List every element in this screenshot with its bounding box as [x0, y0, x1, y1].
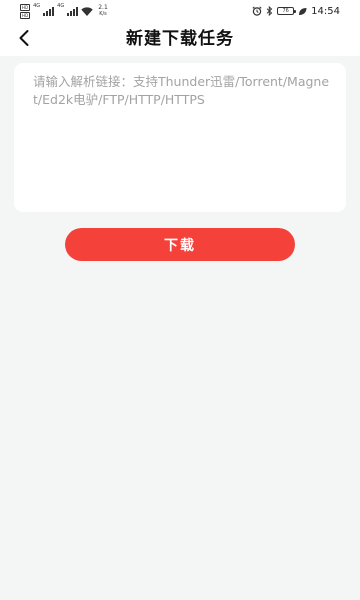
signal-icon — [43, 6, 55, 16]
wifi-icon — [81, 6, 93, 16]
link-input[interactable] — [33, 73, 333, 202]
status-time: 14:54 — [311, 5, 340, 17]
alarm-icon — [252, 6, 262, 16]
download-button[interactable]: 下载 — [65, 228, 295, 261]
bluetooth-icon — [266, 6, 273, 16]
sim1-hd-badge: HD — [20, 3, 31, 11]
download-button-label: 下载 — [164, 237, 196, 254]
sim-tags: HD HD — [20, 3, 31, 19]
sim2-hd-badge: HD — [20, 11, 31, 19]
status-bar: HD HD 4G 4G 2.1 K/s 76 14:54 — [0, 0, 360, 22]
battery-icon: 76 — [277, 7, 297, 15]
page-title: 新建下载任务 — [126, 29, 234, 49]
sim1-network-type: 4G — [33, 3, 41, 9]
network-speed: 2.1 K/s — [98, 5, 108, 18]
app-header: 新建下载任务 — [0, 22, 360, 56]
speed-unit: K/s — [99, 11, 107, 17]
leaf-icon — [299, 7, 307, 15]
battery-level: 76 — [282, 8, 289, 14]
status-left: HD HD 4G 4G 2.1 K/s — [20, 3, 108, 19]
signal-icon — [67, 6, 79, 16]
sim2-network-type: 4G — [57, 3, 65, 9]
link-input-card — [14, 63, 346, 212]
status-right: 76 14:54 — [252, 3, 340, 19]
